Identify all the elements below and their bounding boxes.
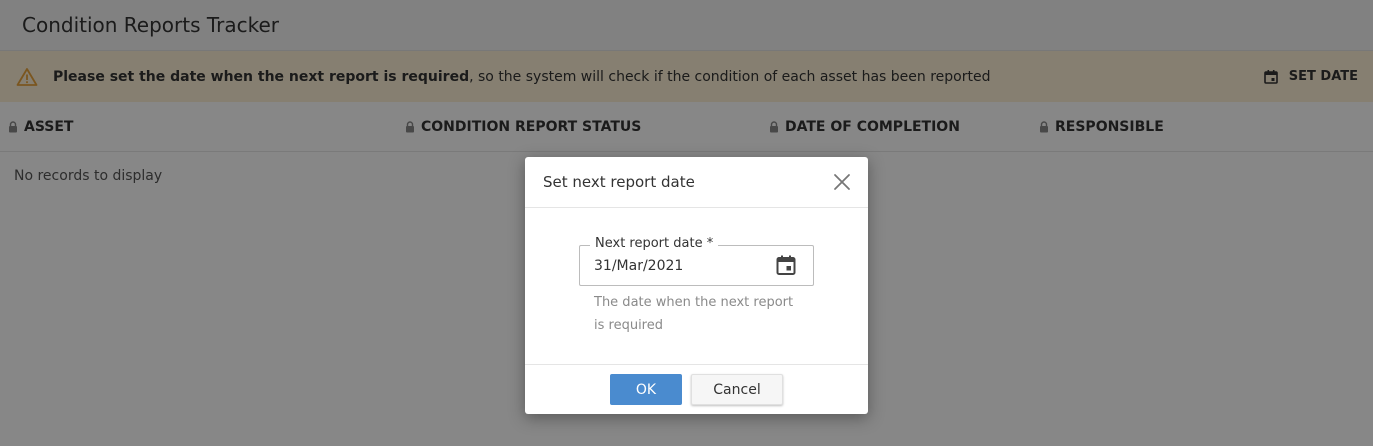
cancel-button[interactable]: Cancel: [691, 374, 783, 405]
dialog-header: Set next report date: [525, 157, 868, 208]
field-hint: The date when the next report is require…: [594, 295, 794, 333]
date-picker-icon[interactable]: [775, 254, 797, 276]
close-icon[interactable]: [832, 172, 852, 192]
dialog-title: Set next report date: [543, 173, 695, 191]
set-date-dialog: Set next report date Next report date * …: [525, 157, 868, 414]
ok-button[interactable]: OK: [610, 374, 682, 405]
page: Condition Reports Tracker Please set the…: [0, 0, 1373, 446]
next-report-date-input[interactable]: 31/Mar/2021: [594, 246, 683, 285]
next-report-date-field[interactable]: Next report date * 31/Mar/2021: [579, 236, 814, 286]
dialog-footer: OK Cancel: [525, 364, 868, 414]
